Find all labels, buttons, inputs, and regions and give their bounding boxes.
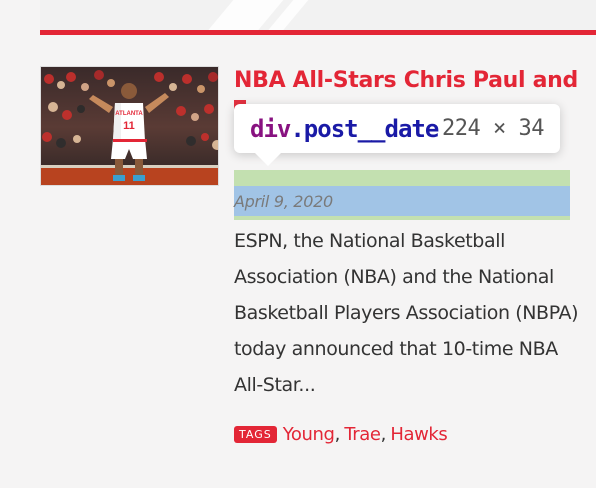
- header-swoosh-graphic: [208, 0, 309, 30]
- header-divider: [40, 30, 596, 35]
- tags-label-badge: TAGS: [234, 425, 277, 443]
- inspect-highlight-margin-bottom: [234, 216, 570, 220]
- jersey-number: 11: [123, 120, 135, 132]
- tag-list: Young, Trae, Hawks: [283, 424, 448, 445]
- excerpt-line: ESPN, the National Basketball: [234, 230, 505, 252]
- tooltip-selector: div.post__date: [250, 114, 439, 143]
- excerpt-line: All-Star...: [234, 374, 316, 396]
- post-tags: TAGS Young, Trae, Hawks: [234, 420, 448, 448]
- devtools-inspect-tooltip: div.post__date 224 × 34: [234, 104, 560, 166]
- header-band: [40, 0, 596, 30]
- post-excerpt: ESPN, the National Basketball Association…: [234, 223, 584, 403]
- inspect-highlight-margin-top: [234, 170, 570, 186]
- excerpt-line: Basketball Players Association (NBPA): [234, 302, 579, 324]
- tag-link-young[interactable]: Young: [283, 424, 335, 445]
- tooltip-element-tag: div: [250, 114, 291, 143]
- post-thumbnail[interactable]: ATLANTA 11: [40, 66, 219, 186]
- jersey-text: ATLANTA: [115, 111, 143, 117]
- post-title[interactable]: NBA All-Stars Chris Paul and: [234, 66, 578, 96]
- tag-separator: ,: [380, 423, 387, 445]
- post-date: April 9, 2020: [234, 192, 333, 211]
- basketball-player-image: ATLANTA 11: [41, 67, 218, 185]
- tooltip-element-class: .post__date: [290, 114, 439, 143]
- excerpt-line: Association (NBA) and the National: [234, 266, 554, 288]
- tag-separator: ,: [334, 423, 341, 445]
- tag-link-trae[interactable]: Trae: [344, 424, 381, 445]
- tooltip-dimensions: 224 × 34: [442, 116, 544, 141]
- excerpt-line: today announced that 10-time NBA: [234, 338, 558, 360]
- tag-link-hawks[interactable]: Hawks: [390, 424, 447, 445]
